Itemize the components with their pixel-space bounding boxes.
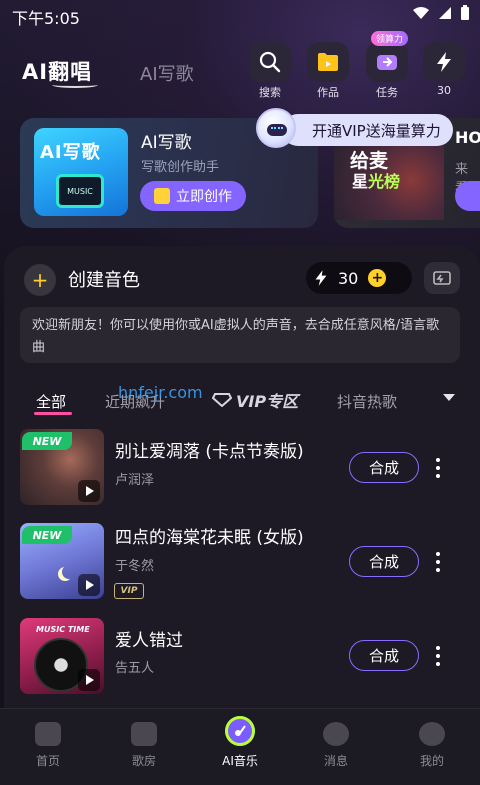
- nav-profile[interactable]: 我的: [404, 722, 460, 769]
- song-title[interactable]: 爱人错过: [115, 626, 183, 651]
- task-label: 任务: [376, 86, 398, 99]
- tv-icon: MUSIC: [56, 174, 104, 208]
- wifi-icon: [413, 7, 429, 19]
- nav-song-room-label: 歌房: [131, 754, 156, 768]
- more-icon[interactable]: [431, 646, 445, 666]
- banner-image-caption: MUSIC: [67, 186, 93, 196]
- nav-song-room[interactable]: 歌房: [116, 722, 172, 769]
- lightning-icon: [315, 270, 327, 286]
- play-icon[interactable]: [78, 480, 100, 502]
- new-tag-label: NEW: [32, 528, 62, 542]
- banner2-line2-a: 星: [352, 172, 369, 191]
- synthesize-button[interactable]: 合成: [349, 546, 419, 577]
- vip-promo-tooltip[interactable]: 开通VIP送海量算力: [282, 114, 453, 146]
- play-icon[interactable]: [78, 669, 100, 691]
- add-credits-icon[interactable]: +: [368, 269, 387, 287]
- credits-button[interactable]: [423, 42, 465, 82]
- credits-count: 30: [437, 84, 451, 97]
- folder-icon: [318, 53, 338, 71]
- profile-icon: [419, 722, 445, 746]
- welcome-notice: 欢迎新朋友！你可以使用你或AI虚拟人的声音，去合成任意风格/语言歌曲: [20, 307, 460, 363]
- status-time: 下午5:05: [12, 9, 80, 28]
- song-title[interactable]: 别让爱凋落 (卡点节奏版): [115, 437, 304, 462]
- task-button[interactable]: [366, 42, 408, 82]
- more-icon[interactable]: [431, 552, 445, 572]
- credit-count: 30: [338, 268, 359, 288]
- battery-icon: [461, 5, 469, 20]
- search-icon: [259, 51, 281, 73]
- song-title[interactable]: 四点的海棠花未眠 (女版): [115, 523, 304, 548]
- credit-pill[interactable]: 30 +: [306, 262, 412, 294]
- vip-promo-text: 开通VIP送海量算力: [312, 121, 441, 140]
- banner2-line2-b: 光榜: [368, 172, 401, 191]
- voice-switch-button[interactable]: [424, 262, 460, 294]
- create-now-button[interactable]: 立即创作: [140, 181, 246, 211]
- banner-title: AI写歌: [141, 133, 192, 153]
- works-label: 作品: [317, 86, 339, 99]
- add-voice-button[interactable]: +: [24, 264, 56, 296]
- new-tag-label: NEW: [32, 434, 62, 448]
- create-voice-title[interactable]: 创建音色: [68, 266, 140, 292]
- song-artist: 于冬然: [115, 559, 155, 574]
- tab-underline: [34, 412, 72, 415]
- vip-zone-label: VIP专区: [236, 392, 299, 411]
- banner2-side-title: HO: [455, 128, 480, 147]
- synthesize-button[interactable]: 合成: [349, 640, 419, 671]
- lightning-icon: [437, 52, 451, 72]
- new-tag: NEW: [22, 432, 72, 450]
- nav-home[interactable]: 首页: [20, 722, 76, 769]
- tab-ai-write[interactable]: AI写歌: [140, 60, 194, 86]
- nav-ai-music-label: AI音乐: [222, 754, 258, 768]
- more-icon[interactable]: [431, 458, 445, 478]
- diamond-icon: [212, 393, 232, 407]
- status-icons: [412, 5, 470, 21]
- message-icon: [323, 722, 349, 746]
- banner-subtitle: 写歌创作助手: [141, 160, 220, 175]
- banner2-button[interactable]: [455, 181, 480, 211]
- new-tag: NEW: [22, 526, 72, 544]
- mascot-icon: [256, 108, 296, 148]
- home-icon: [35, 722, 61, 746]
- search-label: 搜索: [259, 86, 281, 99]
- nav-messages-label: 消息: [323, 754, 348, 768]
- nav-messages[interactable]: 消息: [308, 722, 364, 769]
- create-now-label: 立即创作: [176, 189, 232, 205]
- watermark: hnfejr.com: [118, 383, 203, 402]
- task-badge: 领算力: [371, 31, 409, 46]
- signal-icon: [439, 7, 451, 19]
- tab-all[interactable]: 全部: [36, 391, 66, 412]
- tab-vip-zone[interactable]: VIP专区: [212, 388, 298, 412]
- synthesize-button[interactable]: 合成: [349, 452, 419, 483]
- vip-badge: VIP: [114, 583, 144, 599]
- nav-home-label: 首页: [35, 754, 60, 768]
- tab-douyin-hits[interactable]: 抖音热歌: [337, 391, 397, 412]
- search-button[interactable]: [249, 42, 291, 82]
- banner2-line2: 星光榜: [352, 168, 400, 192]
- ai-music-icon: [225, 716, 255, 746]
- works-button[interactable]: [307, 42, 349, 82]
- task-icon: [377, 55, 397, 70]
- moon-icon: [62, 565, 76, 579]
- logo-swoosh: [52, 82, 98, 88]
- nav-profile-label: 我的: [419, 754, 444, 768]
- banner-image-title: AI写歌: [40, 142, 101, 163]
- plus-icon: +: [31, 268, 49, 292]
- cover-caption: MUSIC TIME: [36, 625, 90, 634]
- tv-icon: [131, 722, 157, 746]
- create-icon: [154, 188, 170, 204]
- play-icon[interactable]: [78, 574, 100, 596]
- song-artist: 告五人: [115, 661, 155, 676]
- nav-ai-music[interactable]: AI音乐: [212, 716, 268, 769]
- song-artist: 卢润泽: [115, 473, 155, 488]
- switch-icon: [433, 271, 451, 285]
- chevron-down-icon[interactable]: [443, 394, 455, 401]
